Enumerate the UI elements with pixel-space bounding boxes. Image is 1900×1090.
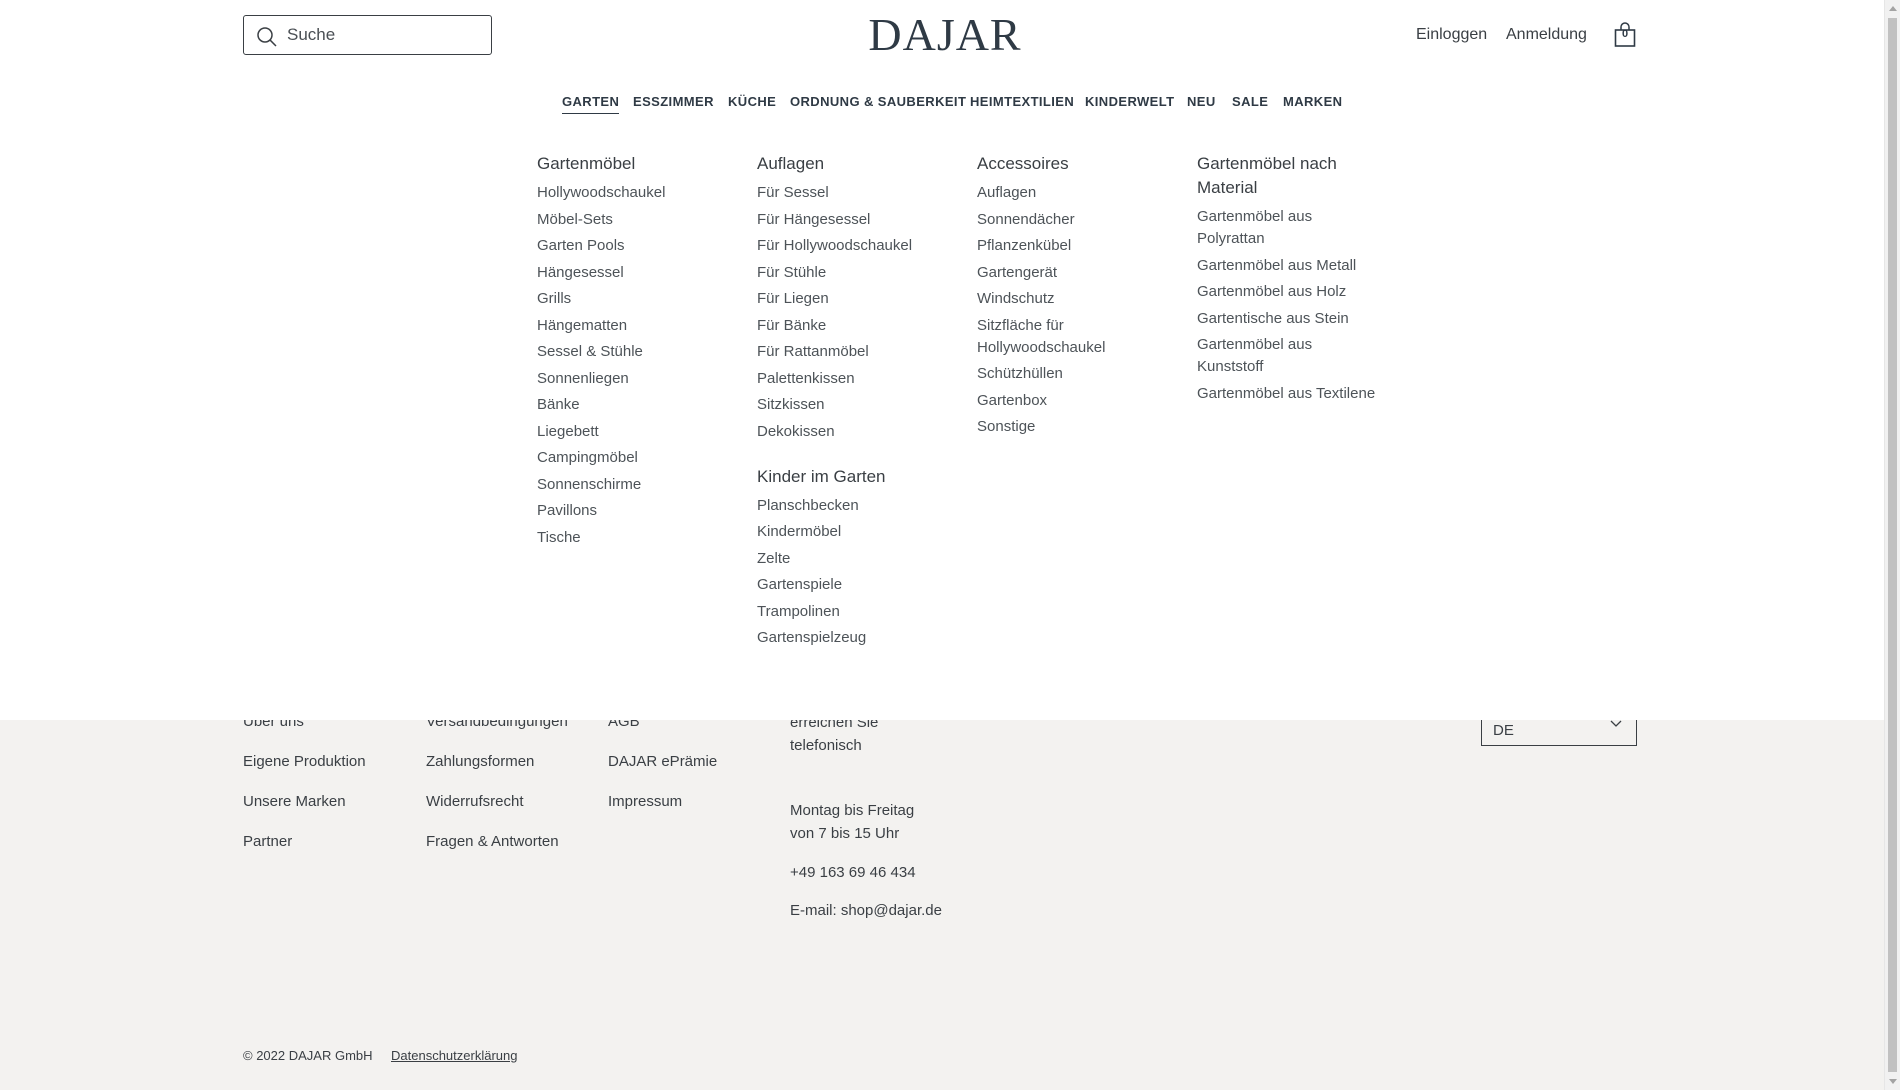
register-link[interactable]: Anmeldung — [1506, 26, 1587, 44]
page-scrollbar[interactable] — [1884, 0, 1900, 1090]
menu-link[interactable]: Bänke — [537, 394, 727, 416]
menu-link[interactable]: Für Stühle — [757, 262, 947, 284]
header-mega-menu: DAJAR Einloggen Anmeldung 0 GARTEN ESSZI… — [0, 0, 1884, 720]
menu-link[interactable]: Gartenspielzeug — [757, 627, 947, 649]
contact-hours: Montag bis Freitag von 7 bis 15 Uhr — [790, 802, 915, 842]
search-box[interactable] — [243, 15, 492, 55]
chevron-down-icon — [1610, 720, 1622, 727]
menu-link[interactable]: Gartenbox — [977, 390, 1127, 412]
menu-link[interactable]: Tische — [537, 527, 727, 549]
nav-ordnung[interactable]: ORDNUNG & SAUBERKEIT — [790, 94, 966, 113]
menu-link[interactable]: Trampolinen — [757, 601, 947, 623]
contact-email[interactable]: E-mail: shop@dajar.de — [790, 900, 990, 923]
menu-column-gartenmoebel: Gartenmöbel Hollywoodschaukel Möbel-Sets… — [537, 152, 727, 553]
menu-link[interactable]: Gartenmöbel aus Polyrattan — [1197, 206, 1347, 250]
menu-link[interactable]: Sitzkissen — [757, 394, 947, 416]
menu-link[interactable]: Für Bänke — [757, 315, 947, 337]
copyright: © 2022 DAJAR GmbH — [243, 1048, 373, 1063]
menu-heading[interactable]: Kinder im Garten — [757, 465, 947, 489]
footer-link-faq[interactable]: Fragen & Antworten — [426, 833, 559, 850]
nav-sale[interactable]: SALE — [1232, 94, 1268, 113]
menu-link[interactable]: Pavillons — [537, 500, 727, 522]
menu-heading[interactable]: Accessoires — [977, 152, 1127, 176]
contact-phone[interactable]: +49 163 69 46 434 — [790, 862, 990, 885]
menu-link[interactable]: Sonnenliegen — [537, 368, 727, 390]
menu-link[interactable]: Garten Pools — [537, 235, 727, 257]
menu-link[interactable]: Planschbecken — [757, 495, 947, 517]
nav-garten[interactable]: GARTEN — [562, 94, 620, 114]
menu-heading[interactable]: Gartenmöbel — [537, 152, 727, 176]
search-input[interactable] — [287, 24, 482, 46]
footer-link-payment[interactable]: Zahlungsformen — [426, 753, 534, 770]
logo[interactable]: DAJAR — [860, 8, 1030, 61]
menu-link[interactable]: Für Hollywoodschaukel — [757, 235, 947, 257]
menu-link[interactable]: Zelte — [757, 548, 947, 570]
menu-link[interactable]: Gartenmöbel aus Holz — [1197, 281, 1387, 303]
menu-link[interactable]: Liegebett — [537, 421, 727, 443]
menu-link[interactable]: Für Hängesessel — [757, 209, 947, 231]
menu-link[interactable]: Pflanzenkübel — [977, 235, 1127, 257]
menu-column-material: Gartenmöbel nach Material Gartenmöbel au… — [1197, 152, 1387, 409]
menu-link[interactable]: Sonstige — [977, 416, 1127, 438]
menu-column-accessoires: Accessoires Auflagen Sonnendächer Pflanz… — [977, 152, 1127, 443]
menu-link[interactable]: Hollywoodschaukel — [537, 182, 727, 204]
menu-link[interactable]: Gartengerät — [977, 262, 1127, 284]
menu-link[interactable]: Gartenmöbel aus Textilene — [1197, 383, 1387, 405]
menu-link[interactable]: Hängesessel — [537, 262, 727, 284]
login-link[interactable]: Einloggen — [1416, 26, 1487, 44]
nav-esszimmer[interactable]: ESSZIMMER — [633, 94, 714, 113]
footer-link-withdrawal[interactable]: Widerrufsrecht — [426, 793, 524, 810]
menu-column-auflagen: Auflagen Für Sessel Für Hängesessel Für … — [757, 152, 947, 654]
nav-marken[interactable]: MARKEN — [1283, 94, 1342, 113]
footer-link-partner[interactable]: Partner — [243, 833, 292, 850]
menu-link[interactable]: Für Liegen — [757, 288, 947, 310]
scrollbar-thumb[interactable] — [1888, 18, 1897, 1072]
scroll-down-icon[interactable] — [1889, 1079, 1897, 1084]
footer-link-impressum[interactable]: Impressum — [608, 793, 682, 810]
menu-link[interactable]: Gartenspiele — [757, 574, 947, 596]
nav-neu[interactable]: NEU — [1187, 94, 1216, 113]
menu-link[interactable]: Sonnenschirme — [537, 474, 727, 496]
menu-link[interactable]: Gartenmöbel aus Metall — [1197, 255, 1387, 277]
menu-link[interactable]: Sitzfläche für Hollywoodschaukel — [977, 315, 1127, 359]
footer-link-epraemie[interactable]: DAJAR ePrämie — [608, 753, 717, 770]
search-icon — [257, 27, 277, 47]
menu-heading[interactable]: Auflagen — [757, 152, 947, 176]
menu-link[interactable]: Hängematten — [537, 315, 727, 337]
menu-link[interactable]: Gartenmöbel aus Kunststoff — [1197, 334, 1347, 378]
menu-link[interactable]: Sonnendächer — [977, 209, 1127, 231]
menu-link[interactable]: Möbel-Sets — [537, 209, 727, 231]
menu-link[interactable]: Auflagen — [977, 182, 1127, 204]
scroll-up-icon[interactable] — [1889, 6, 1897, 11]
menu-link[interactable]: Windschutz — [977, 288, 1127, 310]
menu-link[interactable]: Dekokissen — [757, 421, 947, 443]
menu-heading[interactable]: Gartenmöbel nach Material — [1197, 152, 1347, 200]
nav-heimtextilien[interactable]: HEIMTEXTILIEN — [970, 94, 1074, 113]
menu-link[interactable]: Gartentische aus Stein — [1197, 308, 1387, 330]
footer-link-brands[interactable]: Unsere Marken — [243, 793, 346, 810]
footer-link-production[interactable]: Eigene Produktion — [243, 753, 366, 770]
language-value: DE — [1493, 722, 1514, 739]
menu-link[interactable]: Für Sessel — [757, 182, 947, 204]
cart-count: 0 — [1621, 28, 1629, 40]
menu-link[interactable]: Grills — [537, 288, 727, 310]
menu-link[interactable]: Campingmöbel — [537, 447, 727, 469]
nav-kueche[interactable]: KÜCHE — [728, 94, 776, 113]
menu-link[interactable]: Sessel & Stühle — [537, 341, 727, 363]
nav-kinderwelt[interactable]: KINDERWELT — [1085, 94, 1174, 113]
menu-link[interactable]: Schützhüllen — [977, 363, 1127, 385]
privacy-link[interactable]: Datenschutzerklärung — [391, 1048, 517, 1063]
menu-link[interactable]: Palettenkissen — [757, 368, 947, 390]
menu-link[interactable]: Kindermöbel — [757, 521, 947, 543]
menu-link[interactable]: Für Rattanmöbel — [757, 341, 947, 363]
